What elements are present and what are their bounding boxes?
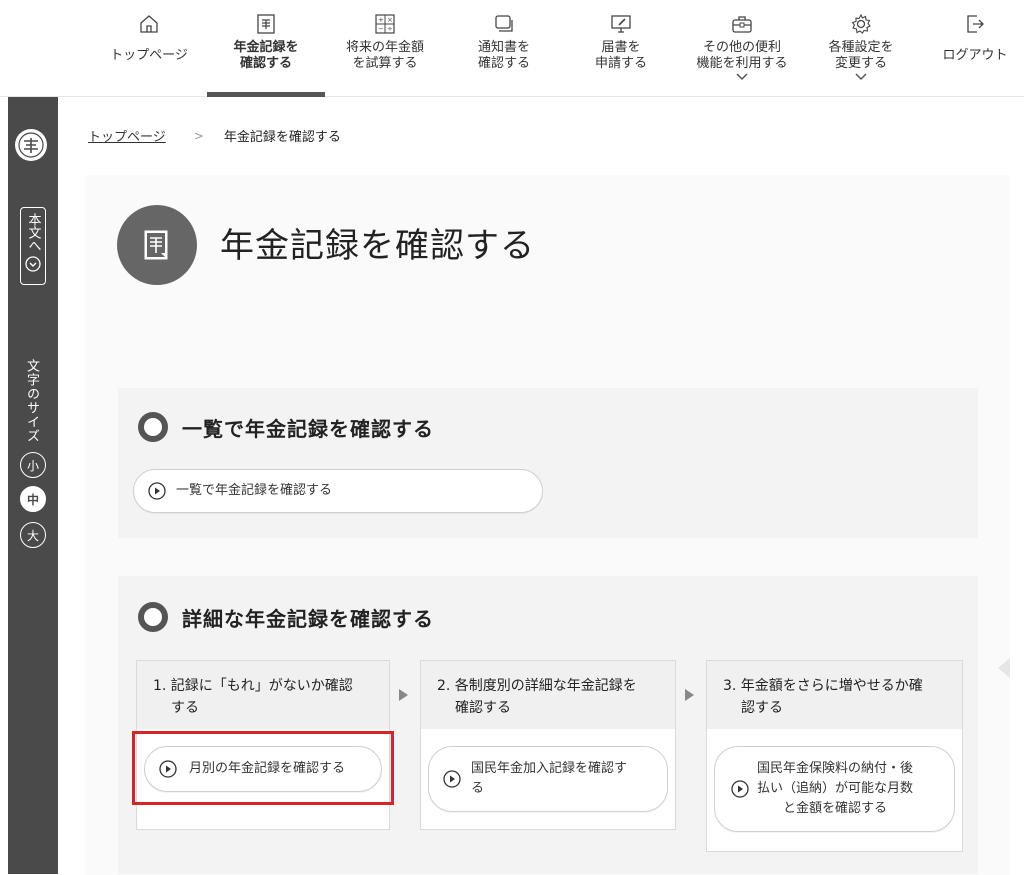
- nav-item-notices[interactable]: 通知書を 確認する: [455, 0, 553, 97]
- page-header-icon: [117, 205, 197, 285]
- link-label-group: 国民年金保険料の納付・後 払い（追納）が可能な月数 と金額を確認する: [757, 759, 913, 819]
- link-label-group: 国民年金加入記録を確認す る: [471, 759, 627, 799]
- svg-text:+: +: [378, 16, 384, 24]
- breadcrumb-current: 年金記録を確認する: [223, 130, 341, 145]
- national-pension-record-link[interactable]: 国民年金加入記録を確認す る: [428, 746, 668, 812]
- link-label: 払い（追納）が可能な月数: [757, 781, 914, 796]
- section-list-view: 一覧で年金記録を確認する 一覧で年金記録を確認する: [118, 388, 978, 538]
- nav-label: 届書を 申請する: [594, 40, 647, 71]
- svg-text:×: ×: [387, 16, 393, 24]
- step-heading: 2. 各制度別の詳細な年金記録を 確認する: [421, 661, 675, 729]
- calculator-icon: + ×− ÷: [375, 14, 395, 34]
- skip-to-content-button[interactable]: 本文へ: [20, 207, 46, 285]
- nav-label: トップページ: [110, 48, 188, 63]
- step-heading-line: 3. 年金額をさらに増やせるか確: [723, 678, 923, 694]
- link-label: と金額を確認する: [783, 801, 888, 816]
- home-icon: [140, 15, 158, 33]
- nav-item-settings[interactable]: 各種設定を 変更する: [808, 0, 914, 97]
- section-title: 詳細な年金記録を確認する: [182, 606, 434, 631]
- step-heading: 3. 年金額をさらに増やせるか確 認する: [707, 661, 962, 729]
- nav-label: 年金記録を 確認する: [233, 40, 299, 71]
- nav-item-other-functions[interactable]: その他の便利 機能を利用する: [688, 0, 796, 97]
- nav-label: 通知書を 確認する: [477, 40, 530, 71]
- logout-icon: [967, 15, 984, 33]
- pension-service-logo: [15, 129, 47, 161]
- step-arrow-icon: [685, 689, 694, 701]
- step-heading: 1. 記録に「もれ」がないか確認 する: [137, 661, 389, 729]
- top-navigation: トップページ 年金記録を 確認する + × − ÷ 将来の年金額 を試算する 通知書を…: [0, 0, 1024, 97]
- nav-item-top-page[interactable]: トップページ: [103, 0, 195, 97]
- step-heading-line: 認する: [741, 700, 783, 716]
- document-icon: [144, 230, 168, 260]
- ring-bullet-icon: [138, 602, 168, 632]
- play-circle-icon: [148, 482, 166, 500]
- step-heading-line: 2. 各制度別の詳細な年金記録を: [437, 678, 637, 694]
- nav-item-apply[interactable]: 届書を 申請する: [575, 0, 667, 97]
- highlight-box: [132, 731, 394, 805]
- breadcrumb-separator: >: [193, 128, 204, 143]
- document-icon: [257, 14, 275, 34]
- toolbox-icon: [732, 16, 752, 33]
- list-record-link[interactable]: 一覧で年金記録を確認する: [133, 469, 543, 513]
- circle-down-icon: [25, 256, 41, 272]
- link-label: 国民年金保険料の納付・後: [757, 761, 914, 776]
- chevron-down-icon: [855, 73, 867, 81]
- left-sidebar: 本文へ 文字のサイズ 小 中 大: [8, 97, 58, 874]
- step-heading-line: する: [171, 700, 199, 716]
- link-label: る: [471, 781, 485, 796]
- ring-bullet-icon: [138, 412, 168, 442]
- section-heading: 一覧で年金記録を確認する: [138, 412, 434, 442]
- breadcrumb-home-link[interactable]: トップページ: [88, 126, 166, 145]
- svg-text:÷: ÷: [387, 25, 393, 33]
- step-arrow-icon: [399, 689, 408, 701]
- play-circle-icon: [731, 780, 749, 798]
- skip-label: 本文へ: [25, 213, 41, 252]
- step-heading-line: 確認する: [455, 700, 511, 716]
- carousel-arrow-icon[interactable]: [998, 658, 1010, 678]
- additional-payment-link[interactable]: 国民年金保険料の納付・後 払い（追納）が可能な月数 と金額を確認する: [714, 746, 955, 832]
- page-title: 年金記録を確認する: [220, 226, 535, 266]
- monitor-edit-icon: [611, 15, 631, 33]
- nav-item-estimate[interactable]: + × − ÷ 将来の年金額 を試算する: [330, 0, 440, 97]
- play-circle-icon: [443, 770, 461, 788]
- breadcrumb: トップページ > 年金記録を確認する: [88, 126, 341, 146]
- step-heading-line: 1. 記録に「もれ」がないか確認: [153, 678, 353, 694]
- font-size-medium-button[interactable]: 中: [20, 486, 46, 512]
- section-heading: 詳細な年金記録を確認する: [138, 602, 434, 632]
- nav-label: ログアウト: [942, 48, 1008, 63]
- link-label: 国民年金加入記録を確認す: [471, 761, 628, 776]
- font-size-label: 文字のサイズ: [24, 359, 39, 443]
- chevron-down-icon: [736, 73, 748, 81]
- gear-icon: [851, 13, 871, 34]
- nav-label: その他の便利 機能を利用する: [696, 40, 788, 71]
- section-title: 一覧で年金記録を確認する: [182, 416, 434, 441]
- nav-item-pension-record[interactable]: 年金記録を 確認する: [207, 0, 325, 97]
- mail-stack-icon: [495, 15, 513, 32]
- font-size-large-button[interactable]: 大: [20, 522, 46, 548]
- link-label: 一覧で年金記録を確認する: [176, 483, 333, 498]
- active-tab-indicator: [207, 92, 325, 97]
- nav-label: 各種設定を 変更する: [828, 40, 894, 71]
- nav-label: 将来の年金額 を試算する: [345, 40, 424, 71]
- svg-text:−: −: [378, 25, 384, 33]
- font-size-small-button[interactable]: 小: [20, 452, 46, 478]
- nav-item-logout[interactable]: ログアウト: [930, 0, 1020, 97]
